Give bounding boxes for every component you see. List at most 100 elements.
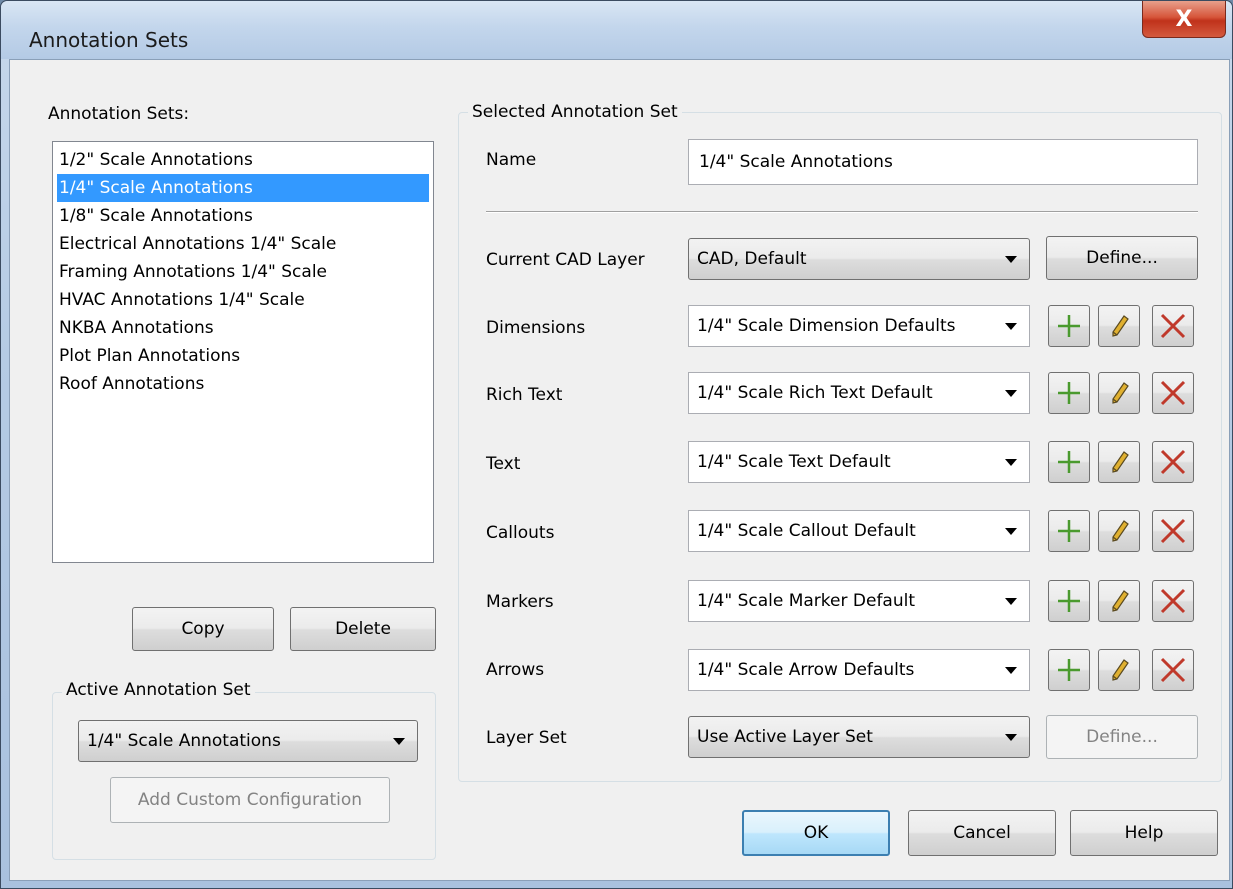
callouts-add-button[interactable] [1048, 510, 1090, 552]
text-delete-button[interactable] [1152, 441, 1194, 483]
layer-set-define-button[interactable]: Define... [1046, 715, 1198, 759]
pencil-icon [1112, 315, 1129, 337]
plus-icon [1058, 590, 1080, 612]
list-item[interactable]: NKBA Annotations [57, 314, 429, 342]
pencil-icon [1112, 451, 1129, 473]
pencil-icon [1112, 590, 1129, 612]
layer-set-value: Use Active Layer Set [697, 727, 873, 747]
markers-select[interactable]: 1/4" Scale Marker Default [688, 580, 1030, 622]
ok-button[interactable]: OK [742, 810, 890, 856]
active-annotation-set-value: 1/4" Scale Annotations [87, 731, 281, 751]
plus-icon [1058, 315, 1080, 337]
current-cad-layer-value: CAD, Default [697, 249, 807, 269]
list-item[interactable]: HVAC Annotations 1/4" Scale [57, 286, 429, 314]
text-select[interactable]: 1/4" Scale Text Default [688, 441, 1030, 483]
arrows-delete-button[interactable] [1152, 649, 1194, 691]
rich-text-label: Rich Text [486, 385, 563, 405]
dimensions-add-button[interactable] [1048, 305, 1090, 347]
delete-x-icon [1160, 449, 1186, 475]
help-button[interactable]: Help [1070, 810, 1218, 856]
active-annotation-set-group [52, 692, 436, 860]
dialog-client: Annotation Sets: 1/2" Scale Annotations … [9, 59, 1230, 881]
current-cad-layer-label: Current CAD Layer [486, 250, 645, 270]
plus-icon [1058, 659, 1080, 681]
text-label: Text [486, 454, 521, 474]
name-label: Name [486, 150, 537, 170]
text-add-button[interactable] [1048, 441, 1090, 483]
callouts-select[interactable]: 1/4" Scale Callout Default [688, 510, 1030, 552]
delete-button[interactable]: Delete [290, 607, 436, 651]
callouts-delete-button[interactable] [1152, 510, 1194, 552]
chevron-down-icon [1005, 597, 1017, 605]
callouts-value: 1/4" Scale Callout Default [697, 521, 916, 541]
current-cad-layer-select[interactable]: CAD, Default [688, 238, 1030, 280]
rich-text-value: 1/4" Scale Rich Text Default [697, 383, 933, 403]
copy-button[interactable]: Copy [132, 607, 274, 651]
plus-icon [1058, 520, 1080, 542]
rich-text-add-button[interactable] [1048, 372, 1090, 414]
arrows-label: Arrows [486, 660, 545, 680]
active-annotation-set-select[interactable]: 1/4" Scale Annotations [78, 720, 418, 762]
layer-set-select[interactable]: Use Active Layer Set [688, 716, 1030, 758]
add-custom-configuration-button[interactable]: Add Custom Configuration [110, 777, 390, 823]
delete-x-icon [1160, 518, 1186, 544]
arrows-add-button[interactable] [1048, 649, 1090, 691]
dimensions-delete-button[interactable] [1152, 305, 1194, 347]
markers-delete-button[interactable] [1152, 580, 1194, 622]
cancel-button[interactable]: Cancel [908, 810, 1056, 856]
annotation-sets-list[interactable]: 1/2" Scale Annotations 1/4" Scale Annota… [52, 141, 434, 563]
list-item[interactable]: 1/8" Scale Annotations [57, 202, 429, 230]
separator [486, 211, 1198, 213]
pencil-icon [1112, 659, 1129, 681]
title-bar[interactable]: Annotation Sets [1, 1, 1232, 59]
callouts-edit-button[interactable] [1098, 510, 1140, 552]
selected-annotation-set-title: Selected Annotation Set [468, 102, 682, 122]
markers-edit-button[interactable] [1098, 580, 1140, 622]
chevron-down-icon [1005, 666, 1017, 674]
arrows-edit-button[interactable] [1098, 649, 1140, 691]
markers-label: Markers [486, 592, 554, 612]
close-icon: X [1175, 6, 1193, 32]
annotation-sets-label: Annotation Sets: [48, 104, 190, 124]
rich-text-edit-button[interactable] [1098, 372, 1140, 414]
chevron-down-icon [1005, 733, 1017, 741]
chevron-down-icon [1005, 389, 1017, 397]
markers-add-button[interactable] [1048, 580, 1090, 622]
rich-text-select[interactable]: 1/4" Scale Rich Text Default [688, 372, 1030, 414]
delete-x-icon [1160, 657, 1186, 683]
active-annotation-set-title: Active Annotation Set [62, 680, 255, 700]
dimensions-label: Dimensions [486, 318, 586, 338]
name-input[interactable]: 1/4" Scale Annotations [688, 139, 1198, 185]
delete-x-icon [1160, 313, 1186, 339]
arrows-select[interactable]: 1/4" Scale Arrow Defaults [688, 649, 1030, 691]
text-value: 1/4" Scale Text Default [697, 452, 891, 472]
callouts-label: Callouts [486, 523, 555, 543]
chevron-down-icon [1005, 458, 1017, 466]
chevron-down-icon [1005, 255, 1017, 263]
list-item[interactable]: 1/2" Scale Annotations [57, 146, 429, 174]
arrows-value: 1/4" Scale Arrow Defaults [697, 660, 915, 680]
list-item-selected[interactable]: 1/4" Scale Annotations [57, 174, 429, 202]
list-item[interactable]: Framing Annotations 1/4" Scale [57, 258, 429, 286]
list-item[interactable]: Plot Plan Annotations [57, 342, 429, 370]
close-button[interactable]: X [1142, 1, 1226, 38]
chevron-down-icon [1005, 322, 1017, 330]
chevron-down-icon [1005, 527, 1017, 535]
dialog-window: Annotation Sets X Annotation Sets: 1/2" … [0, 0, 1233, 889]
list-item[interactable]: Electrical Annotations 1/4" Scale [57, 230, 429, 258]
layer-set-label: Layer Set [486, 728, 567, 748]
text-edit-button[interactable] [1098, 441, 1140, 483]
rich-text-delete-button[interactable] [1152, 372, 1194, 414]
pencil-icon [1112, 520, 1129, 542]
plus-icon [1058, 451, 1080, 473]
dimensions-select[interactable]: 1/4" Scale Dimension Defaults [688, 305, 1030, 347]
pencil-icon [1112, 382, 1129, 404]
list-item[interactable]: Roof Annotations [57, 370, 429, 398]
cad-layer-define-button[interactable]: Define... [1046, 236, 1198, 280]
dimensions-value: 1/4" Scale Dimension Defaults [697, 316, 956, 336]
delete-x-icon [1160, 588, 1186, 614]
markers-value: 1/4" Scale Marker Default [697, 591, 916, 611]
dimensions-edit-button[interactable] [1098, 305, 1140, 347]
plus-icon [1058, 382, 1080, 404]
window-title: Annotation Sets [29, 28, 189, 52]
